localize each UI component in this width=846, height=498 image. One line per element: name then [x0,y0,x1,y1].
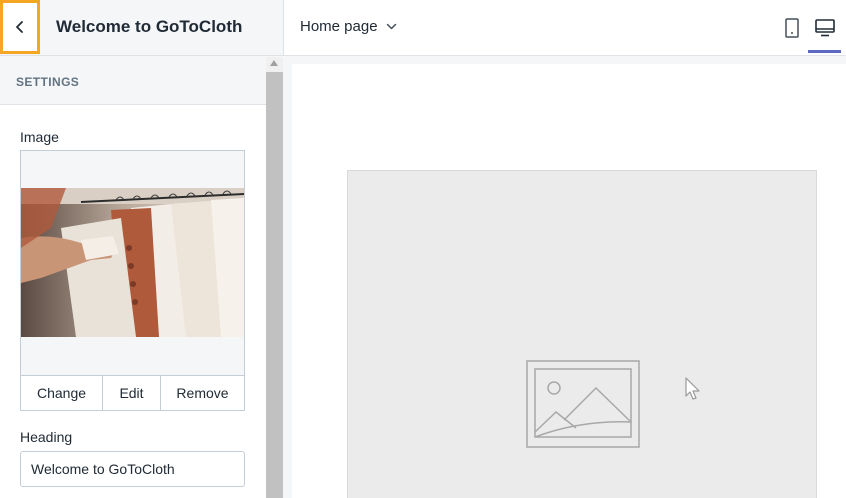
remove-image-button[interactable]: Remove [161,376,244,410]
page-title: Welcome to GoToCloth [56,17,243,36]
editor-title-bar: Welcome to GoToCloth [0,0,284,56]
clothing-rack-photo [21,188,244,337]
preview-frame [292,64,846,498]
desktop-view-button[interactable] [810,14,840,42]
heading-input[interactable] [20,451,245,487]
settings-section-header: SETTINGS [0,57,266,105]
image-picker[interactable] [20,150,245,411]
image-field-label: Image [20,129,59,145]
edit-image-button[interactable]: Edit [103,376,161,410]
chevron-down-icon [386,23,396,30]
preview-area [284,57,846,498]
desktop-icon [815,19,835,37]
page-selector-label: Home page [300,18,378,35]
scroll-up-arrow-icon[interactable] [270,60,278,66]
image-actions: Change Edit Remove [20,375,245,411]
active-view-indicator [808,50,841,53]
change-image-button[interactable]: Change [21,376,103,410]
top-bar: Welcome to GoToCloth Home page [0,0,846,56]
settings-sidebar: SETTINGS Image Change Edit Remove Headin… [0,57,266,498]
mouse-cursor-icon [685,377,700,400]
sidebar-scrollbar[interactable] [266,57,283,498]
back-button[interactable] [0,0,40,54]
chevron-left-icon [16,21,23,33]
image-placeholder[interactable] [347,170,817,498]
mobile-icon [785,18,799,38]
mobile-view-button[interactable] [782,16,802,40]
scroll-thumb[interactable] [266,72,283,498]
image-placeholder-icon [526,360,640,448]
heading-field-label: Heading [20,429,73,445]
page-selector[interactable]: Home page [300,18,397,35]
